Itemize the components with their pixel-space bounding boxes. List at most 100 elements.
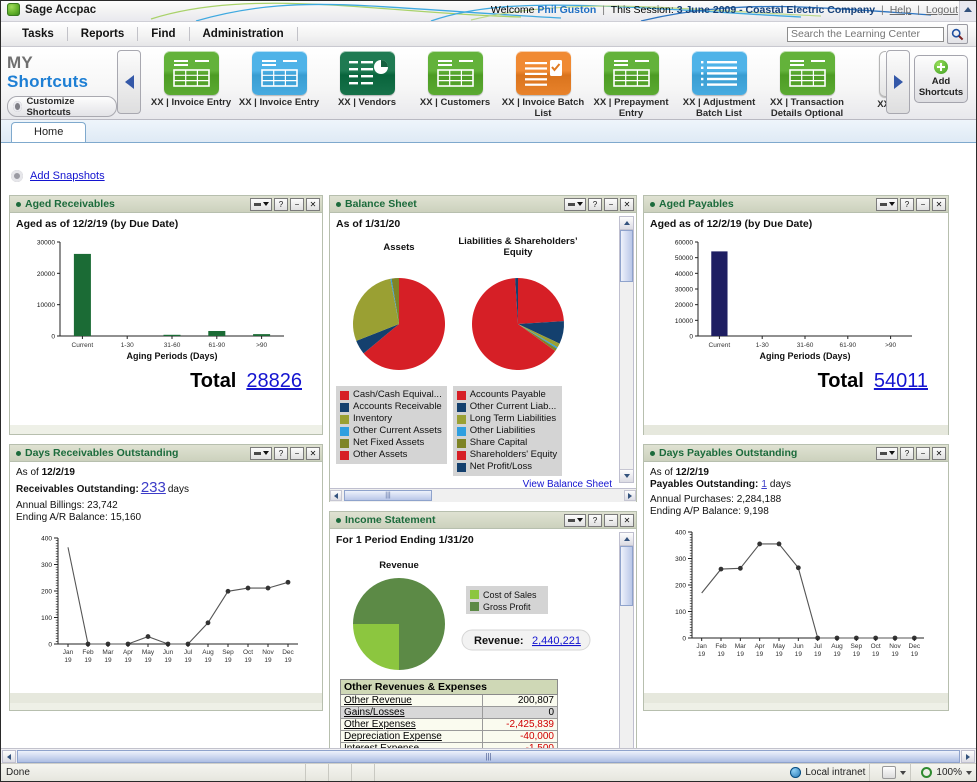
balance-sheet-vertical-scrollbar[interactable] (619, 216, 634, 483)
svg-text:1-30: 1-30 (121, 342, 134, 349)
panel-close-button[interactable]: ✕ (620, 197, 634, 211)
menu-divider-4 (296, 27, 298, 41)
panel-dropdown-button[interactable] (564, 513, 586, 527)
panel-help-button[interactable]: ? (900, 197, 914, 211)
page-scroll-right-button[interactable] (961, 750, 975, 763)
page-scroll-left-button[interactable] (2, 750, 16, 763)
scroll-left-button[interactable] (330, 490, 342, 501)
scroll-up-button[interactable] (620, 217, 633, 230)
dpo-outstanding-value[interactable]: 1 (761, 479, 767, 490)
legend-label: Cash/Cash Equival... (353, 389, 442, 400)
svg-text:Feb: Feb (82, 649, 94, 656)
panel-minimize-button[interactable]: − (916, 197, 930, 211)
panel-help-button[interactable]: ? (900, 446, 914, 460)
panel-body: As of 12/2/19 Payables Outstanding: 1 da… (644, 462, 948, 693)
protected-mode-icon (882, 766, 897, 779)
panel-days-payables-outstanding: Days Payables Outstanding ? − ✕ As of 12… (643, 444, 949, 711)
customize-shortcuts-button[interactable]: Customize Shortcuts (7, 96, 117, 118)
scroll-up-button[interactable] (620, 533, 633, 546)
income-statement-vertical-scrollbar[interactable] (619, 532, 634, 749)
menu-item-tasks[interactable]: Tasks (9, 28, 67, 40)
panel-minimize-button[interactable]: − (604, 197, 618, 211)
panel-minimize-button[interactable]: − (916, 446, 930, 460)
shortcut-item-0[interactable]: XX | Invoice Entry (147, 47, 235, 109)
status-cell-5 (869, 764, 878, 781)
shortcut-item-6[interactable]: XX | Adjustment Batch List (675, 47, 763, 119)
shortcut-label: XX | Adj (877, 99, 886, 110)
shortcuts-scroll-right-button[interactable] (886, 50, 910, 114)
shortcut-item-8[interactable]: XX | Adj (851, 47, 886, 111)
svg-text:10000: 10000 (37, 302, 55, 309)
scroll-down-button[interactable] (620, 469, 633, 482)
panel-dropdown-button[interactable] (250, 197, 272, 211)
menu-item-administration[interactable]: Administration (190, 28, 297, 40)
row-label[interactable]: Other Revenue (339, 694, 484, 707)
dpo-outstanding-label: Payables Outstanding: (650, 479, 759, 490)
shortcut-item-4[interactable]: XX | Invoice Batch List (499, 47, 587, 119)
shortcut-item-3[interactable]: XX | Customers (411, 47, 499, 109)
column-middle: Balance Sheet ? − ✕ As of 1/31/20 Assets… (329, 195, 637, 749)
panel-close-button[interactable]: ✕ (932, 197, 946, 211)
shortcut-item-7[interactable]: XX | Transaction Details Optional Fields (763, 47, 851, 119)
scrollbar-thumb[interactable]: ||| (17, 750, 960, 763)
panel-close-button[interactable]: ✕ (306, 197, 320, 211)
total-value[interactable]: 28826 (246, 370, 302, 393)
table-row: Other Revenue 200,807 (339, 694, 558, 707)
status-cell-6 (910, 764, 917, 781)
tab-home[interactable]: Home (11, 122, 87, 142)
shortcut-item-2[interactable]: XX | Vendors (323, 47, 411, 109)
security-zone[interactable]: Local intranet 100% (790, 764, 976, 781)
panel-minimize-button[interactable]: − (290, 197, 304, 211)
scrollbar-thumb[interactable]: ||| (344, 490, 432, 501)
shortcut-glyph (436, 60, 474, 87)
svg-text:Sep: Sep (222, 649, 234, 656)
grid-blue-icon (251, 51, 307, 95)
row-label[interactable]: Depreciation Expense (339, 730, 484, 743)
logout-link[interactable]: Logout (926, 4, 958, 16)
legend-item: Inventory (340, 413, 442, 425)
chevron-down-icon[interactable] (966, 770, 972, 775)
dpo-asof-date: 12/2/19 (675, 467, 709, 478)
total-value[interactable]: 54011 (874, 370, 928, 393)
scrollbar-track[interactable]: ||| (17, 750, 960, 763)
scroll-right-button[interactable] (624, 490, 636, 501)
add-snapshots-link[interactable]: Add Snapshots (30, 170, 105, 182)
panel-minimize-button[interactable]: − (604, 513, 618, 527)
page-horizontal-scrollbar[interactable]: ||| (1, 748, 976, 764)
shortcut-item-1[interactable]: XX | Invoice Entry (235, 47, 323, 109)
row-label[interactable]: Other Expenses (339, 718, 484, 731)
search-button[interactable] (947, 24, 968, 44)
scrollbar-thumb[interactable] (620, 230, 633, 282)
panel-close-button[interactable]: ✕ (932, 446, 946, 460)
top-scroll-up-button[interactable] (959, 1, 976, 21)
panel-help-button[interactable]: ? (274, 197, 288, 211)
search-input[interactable] (787, 26, 944, 42)
menu-item-reports[interactable]: Reports (68, 28, 137, 40)
panel-help-button[interactable]: ? (588, 513, 602, 527)
help-link[interactable]: Help (890, 4, 912, 16)
balance-sheet-horizontal-scrollbar[interactable]: ||| (330, 488, 636, 502)
panel-close-button[interactable]: ✕ (620, 513, 634, 527)
svg-text:Equity: Equity (503, 247, 533, 258)
add-shortcuts-button[interactable]: Add Shortcuts (914, 55, 968, 103)
panel-dropdown-button[interactable] (876, 446, 898, 460)
scrollbar-thumb[interactable] (620, 546, 633, 606)
panel-dropdown-button[interactable] (250, 446, 272, 460)
panel-dropdown-button[interactable] (564, 197, 586, 211)
panel-help-button[interactable]: ? (274, 446, 288, 460)
row-label[interactable]: Gains/Losses (339, 706, 484, 719)
shortcut-label: XX | Invoice Entry (150, 97, 232, 108)
panel-dropdown-button[interactable] (876, 197, 898, 211)
shortcuts-scroll-left-button[interactable] (117, 50, 141, 114)
panel-close-button[interactable]: ✕ (306, 446, 320, 460)
dpo-asof: As of 12/2/19 (650, 467, 942, 478)
chevron-down-icon[interactable] (900, 770, 907, 775)
view-balance-sheet-link[interactable]: View Balance Sheet (523, 479, 612, 488)
panel-status-dot (16, 450, 21, 456)
panel-minimize-button[interactable]: − (290, 446, 304, 460)
dro-outstanding-value[interactable]: 233 (141, 479, 166, 496)
svg-text:300: 300 (675, 556, 686, 563)
menu-item-find[interactable]: Find (138, 28, 188, 40)
panel-help-button[interactable]: ? (588, 197, 602, 211)
shortcut-item-5[interactable]: XX | Prepayment Entry (587, 47, 675, 119)
